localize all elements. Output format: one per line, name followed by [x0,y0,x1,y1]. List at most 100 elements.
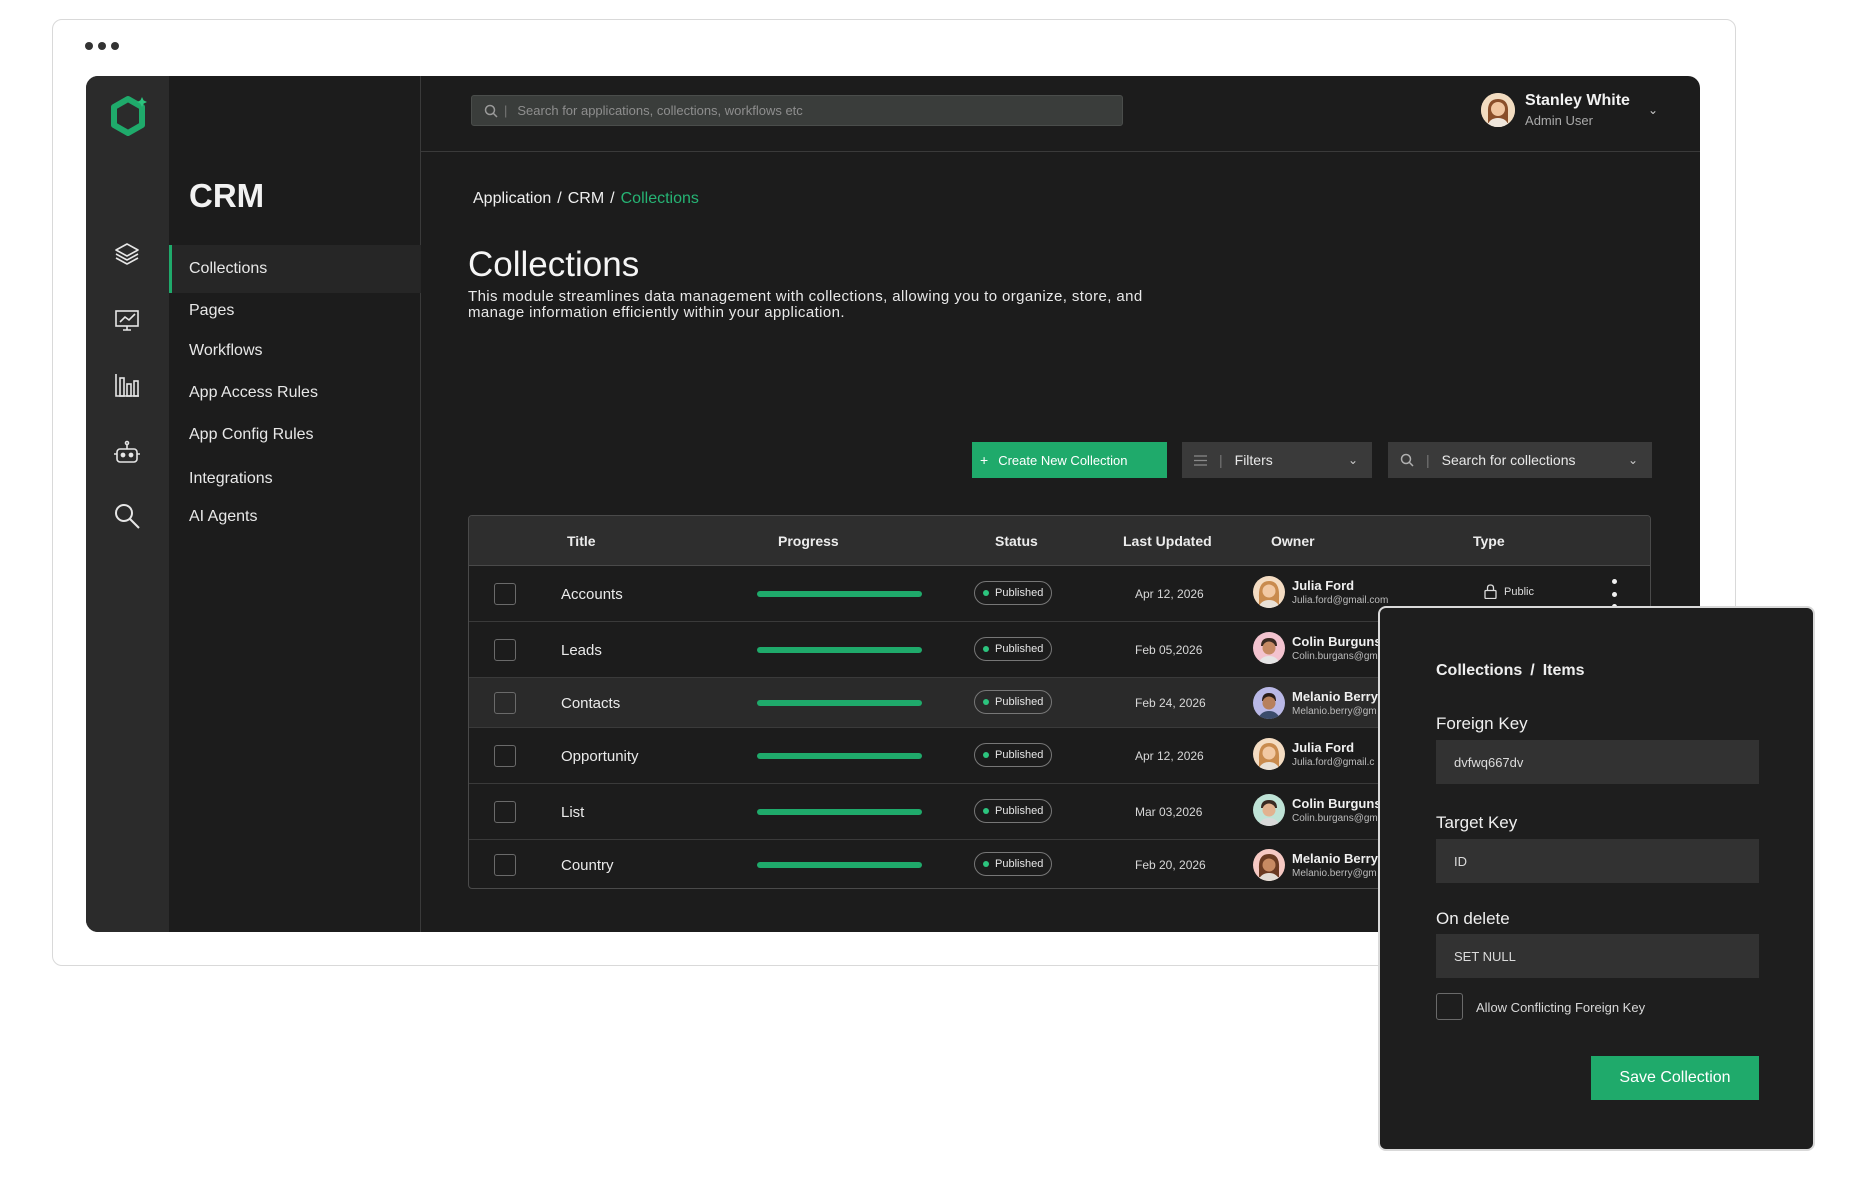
target-key-field[interactable] [1436,839,1759,883]
icon-rail [86,76,169,932]
breadcrumb-application[interactable]: Application [473,190,551,207]
status-label: Published [995,858,1044,870]
user-name: Stanley White [1525,92,1630,109]
app-logo-icon [111,96,147,136]
breadcrumb: Application / CRM / Collections [473,190,699,207]
header-owner[interactable]: Owner [1271,533,1315,549]
user-menu[interactable]: Stanley White Admin User ⌄ [1481,92,1658,128]
progress-bar [757,862,922,868]
status-badge: Published [974,743,1053,767]
header-status[interactable]: Status [995,533,1038,549]
collections-search[interactable]: | Search for collections ⌄ [1388,442,1652,478]
status-badge: Published [974,581,1053,605]
owner-name: Julia Ford [1292,578,1355,593]
owner-email: Julia.ford@gmail.c [1292,757,1375,768]
chevron-down-icon: ⌄ [1347,453,1358,467]
monitor-chart-icon[interactable] [112,305,142,335]
allow-conflicting-label: Allow Conflicting Foreign Key [1476,1000,1646,1015]
progress-bar [757,753,922,759]
on-delete-label: On delete [1436,909,1510,928]
target-key-label: Target Key [1436,813,1518,832]
breadcrumb-current: Collections [620,190,699,207]
plus-icon: + [980,452,989,468]
panel-breadcrumb-items: Items [1542,662,1585,679]
avatar [1253,632,1285,664]
header-title[interactable]: Title [567,533,596,549]
sidebar-item-workflows[interactable]: Workflows [169,327,421,375]
lock-icon [1484,584,1497,599]
avatar [1253,849,1285,881]
filters-dropdown[interactable]: | Filters ⌄ [1182,442,1372,478]
owner-email: Colin.burgans@gm [1292,813,1378,824]
foreign-key-panel: Collections/Items Foreign Key Target Key… [1378,606,1815,1151]
last-updated: Feb 20, 2026 [1135,858,1206,872]
bar-chart-icon[interactable] [112,370,142,400]
owner-name: Colin Burguns [1292,796,1382,811]
last-updated: Feb 24, 2026 [1135,696,1206,710]
sidebar-item-ai-agents[interactable]: AI Agents [169,493,421,541]
search-icon [484,104,498,118]
header-last-updated[interactable]: Last Updated [1123,533,1212,549]
panel-breadcrumb: Collections / Items [1436,662,1585,679]
chevron-down-icon[interactable]: ⌄ [1648,103,1658,117]
status-badge: Published [974,799,1053,823]
owner: Julia Ford Julia.ford@gmail.com [1253,576,1388,608]
row-checkbox[interactable] [494,854,516,876]
row-checkbox[interactable] [494,745,516,767]
layers-icon[interactable] [112,239,142,269]
progress-bar [757,809,922,815]
table-header: Title Progress Status Last Updated Owner… [469,516,1650,566]
owner: Julia Ford Julia.ford@gmail.c [1253,738,1374,770]
search-icon[interactable] [112,501,142,531]
user-role: Admin User [1525,113,1593,128]
row-checkbox[interactable] [494,583,516,605]
owner-email: Melanio.berry@gm [1292,868,1377,879]
allow-conflicting-checkbox[interactable] [1436,993,1463,1020]
status-label: Published [995,643,1044,655]
type-label: Public [1504,585,1534,598]
topbar: | Stanley White Admin User ⌄ [421,76,1700,152]
header-type[interactable]: Type [1473,533,1505,549]
row-title: List [561,804,585,821]
owner-name: Melanio Berry [1292,851,1378,866]
owner-email: Melanio.berry@gm [1292,706,1377,717]
row-checkbox[interactable] [494,801,516,823]
sidebar-item-collections[interactable]: Collections [169,245,421,293]
page-description: This module streamlines data management … [468,288,1143,321]
status-badge: Published [974,852,1053,876]
type-cell: Public [1484,584,1534,599]
last-updated: Mar 03,2026 [1135,805,1203,819]
panel-breadcrumb-collections[interactable]: Collections [1436,662,1522,679]
menu-icon [1194,454,1207,466]
header-progress[interactable]: Progress [778,533,839,549]
status-badge: Published [974,637,1053,661]
progress-bar [757,700,922,706]
row-checkbox[interactable] [494,692,516,714]
row-checkbox[interactable] [494,639,516,661]
owner: Melanio Berry Melanio.berry@gm [1253,687,1378,719]
global-search-input[interactable] [517,103,1078,118]
save-collection-button[interactable]: Save Collection [1591,1056,1759,1100]
foreign-key-field[interactable] [1436,740,1759,784]
owner-name: Melanio Berry [1292,689,1378,704]
owner: Colin Burguns Colin.burgans@gm [1253,794,1382,826]
owner: Melanio Berry Melanio.berry@gm [1253,849,1378,881]
chevron-down-icon: ⌄ [1627,453,1638,467]
window-controls[interactable] [85,42,119,50]
on-delete-field[interactable] [1436,934,1759,978]
breadcrumb-crm[interactable]: CRM [568,190,604,207]
status-label: Published [995,749,1044,761]
owner-email: Julia.ford@gmail.com [1292,595,1389,606]
row-title: Contacts [561,695,621,712]
more-options-icon[interactable] [1609,579,1619,609]
create-collection-button[interactable]: + Create New Collection [972,442,1167,478]
sidebar-item-app-access-rules[interactable]: App Access Rules [169,369,421,417]
sidebar-item-app-config-rules[interactable]: App Config Rules [169,411,421,459]
status-label: Published [995,805,1044,817]
filters-label: Filters [1234,452,1273,468]
row-title: Opportunity [561,748,639,765]
global-search[interactable]: | [471,95,1123,126]
avatar [1253,687,1285,719]
avatar [1481,93,1516,127]
robot-icon[interactable] [112,438,142,468]
